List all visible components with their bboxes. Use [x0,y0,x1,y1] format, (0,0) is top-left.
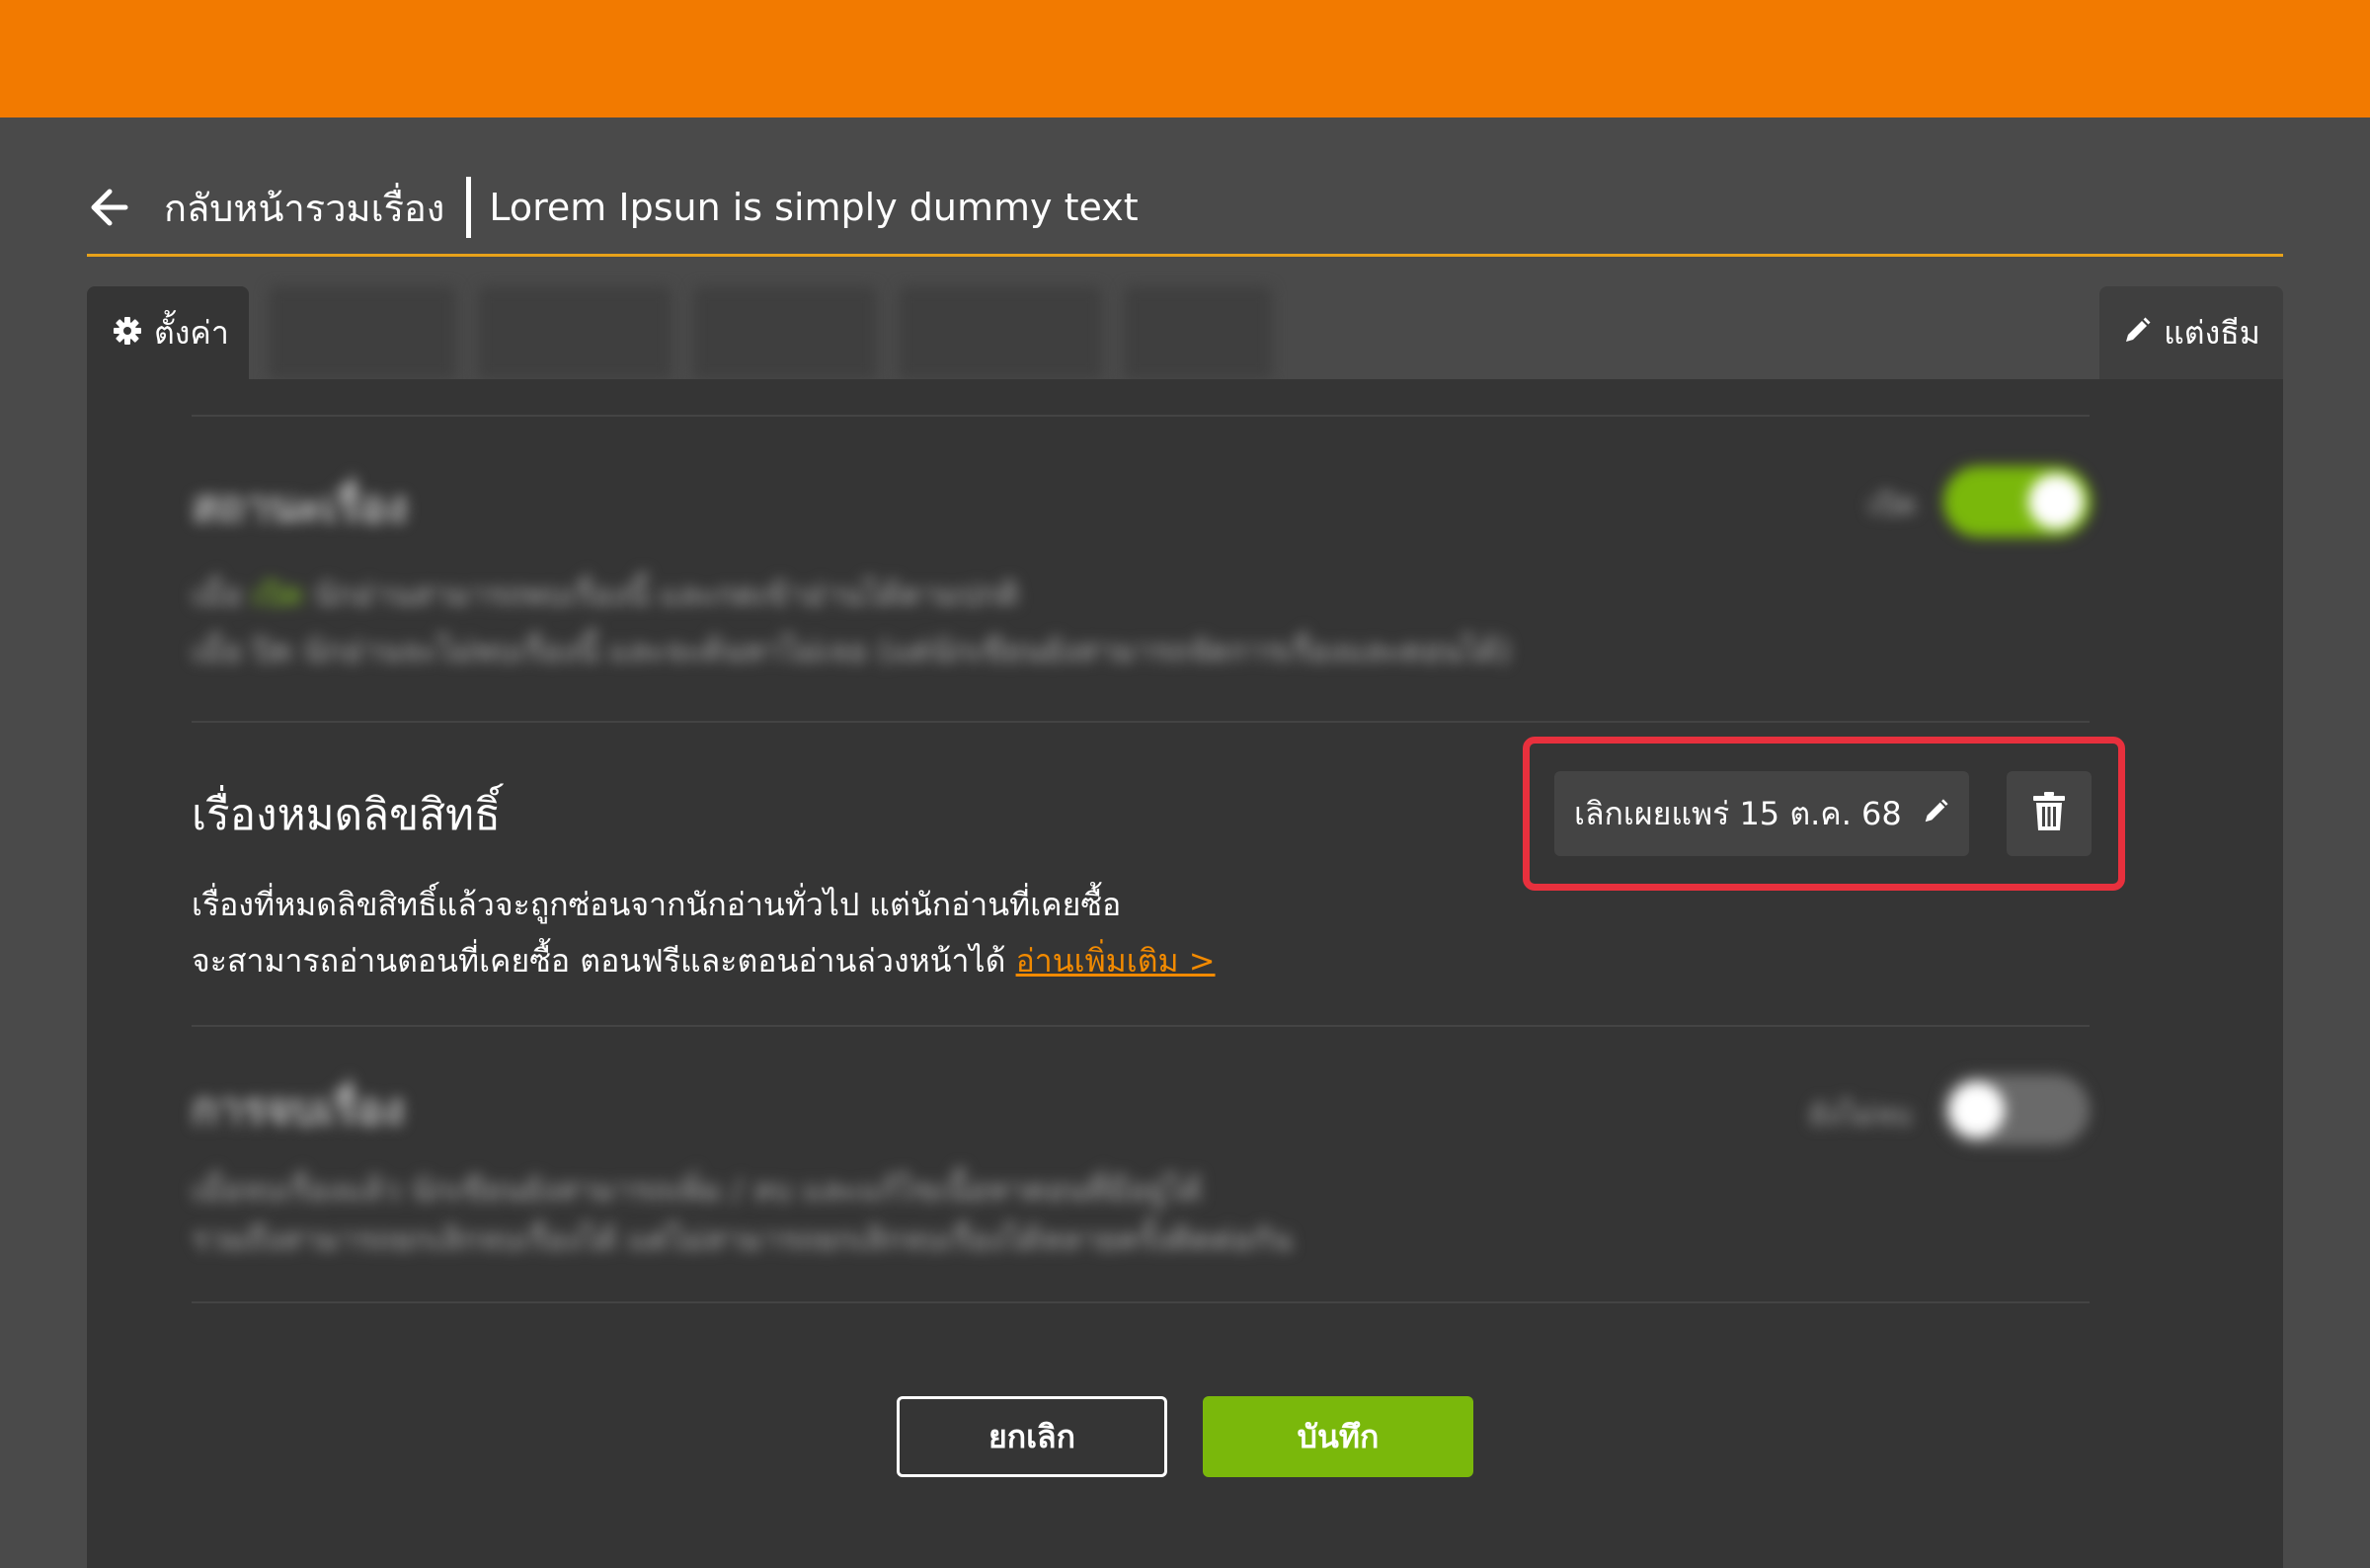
status-desc-line1: เมื่อ เปิด นักอ่านสามารถพบเรื่องนี้ และก… [192,576,1020,613]
status-toggle[interactable] [1943,466,2092,537]
unpublish-date-button[interactable]: เลิกเผยแพร่ 15 ต.ค. 68 [1554,771,1969,856]
tab-blurred-4[interactable] [899,286,1102,379]
status-toggle-label: เปิด [1868,488,1917,522]
gear-icon [113,316,142,350]
tab-theme-label: แต่งธีม [2164,313,2260,352]
tab-bar: ตั้งค่า แต่งธีม [87,286,2283,379]
tab-blurred-1[interactable] [269,286,456,379]
trash-icon [2031,791,2067,836]
title-separator [466,177,472,238]
status-title: สถานะเรื่อง [192,482,408,532]
divider [192,415,2090,417]
toggle-knob [1949,1082,2005,1137]
tab-blurred-3[interactable] [693,286,877,379]
divider [192,1301,2090,1303]
tab-theme[interactable]: แต่งธีม [2099,286,2283,379]
cancel-button[interactable]: ยกเลิก [897,1396,1167,1477]
header-divider [87,254,2283,257]
pencil-icon [2122,316,2152,350]
tab-blurred-2[interactable] [478,286,672,379]
tab-settings[interactable]: ตั้งค่า [87,286,249,379]
toggle-knob [2028,474,2084,529]
status-desc-line2: เมื่อ ปิด นักอ่านจะไม่พบเรื่องนี้ และจะค… [192,632,1512,669]
divider [192,721,2090,723]
ending-desc-line2: รวมถึงสามารถยกเลิกจบเรื่องได้ แต่ไม่สามา… [192,1220,1293,1258]
ending-toggle-label: ยังไม่จบ [1809,1098,1912,1133]
divider [192,1025,2090,1027]
pencil-icon [1922,798,1949,829]
page-header: กลับหน้ารวมเรื่อง Lorem Ipsun is simply … [87,158,2283,257]
tab-settings-label: ตั้งค่า [154,313,229,352]
ending-title: การจบเรื่อง [192,1084,405,1135]
ending-desc-line1: เมื่อจบเรื่องแล้ว นักเขียนยังสามารถเพิ่ม… [192,1171,1203,1209]
section-ending: การจบเรื่อง เมื่อจบเรื่องแล้ว นักเขียนยั… [192,1074,2090,1272]
copyright-desc-line2: จะสามารถอ่านตอนที่เคยซื้อ ตอนฟรีและตอนอ่… [192,942,1216,980]
top-bar [0,0,2370,118]
unpublish-date-text: เลิกเผยแพร่ 15 ต.ค. 68 [1574,794,1902,832]
section-status: สถานะเรื่อง เมื่อ เปิด นักอ่านสามารถพบเร… [192,472,2090,669]
back-label: กลับหน้ารวมเรื่อง [164,186,445,230]
ending-toggle[interactable] [1941,1074,2090,1145]
delete-button[interactable] [2007,771,2092,856]
read-more-link[interactable]: อ่านเพิ่มเติม > [1016,942,1216,980]
page-title: Lorem Ipsun is simply dummy text [489,186,1139,229]
back-button[interactable]: กลับหน้ารวมเรื่อง [87,178,444,238]
save-button[interactable]: บันทึก [1203,1396,1473,1477]
tab-blurred-5[interactable] [1124,286,1272,379]
back-arrow-icon [87,186,130,229]
